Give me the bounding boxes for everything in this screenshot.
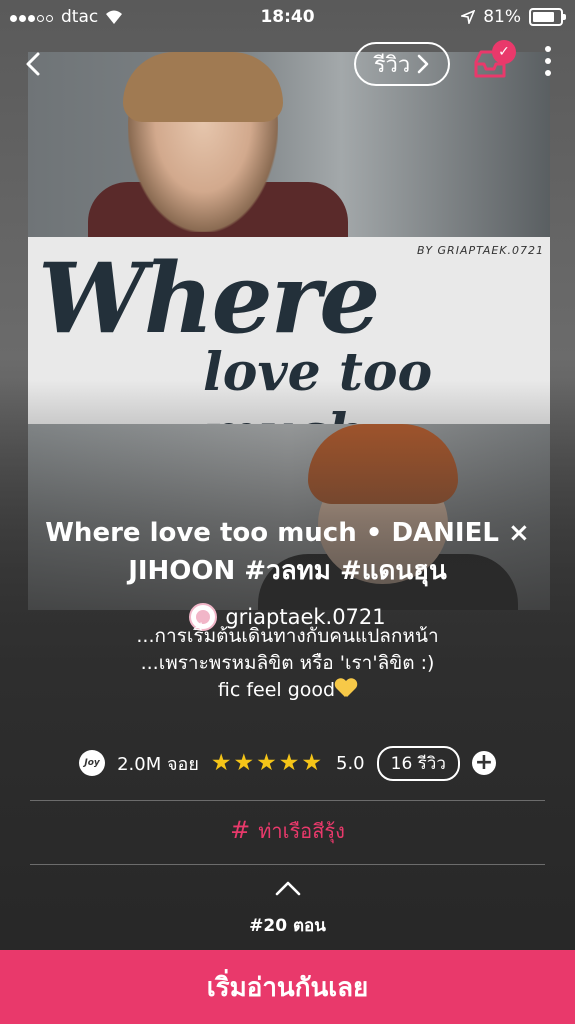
story-title: Where love too much • DANIEL × JIHOON #ว… xyxy=(45,518,530,586)
yellow-heart-icon xyxy=(335,679,357,699)
cover-figure-hair xyxy=(123,52,283,122)
battery-percent: 81% xyxy=(483,7,521,27)
description-line: ...เพราะพรหมลิขิต หรือ 'เรา'ลิขิต :) xyxy=(140,652,435,674)
tag-link[interactable]: # ท่าเรือสีรุ้ง xyxy=(0,815,575,847)
chevron-right-icon xyxy=(417,54,429,74)
back-chevron-icon[interactable] xyxy=(20,50,48,78)
cover-title-art: Where xyxy=(38,242,380,355)
divider xyxy=(30,864,545,865)
review-button-label: รีวิว xyxy=(373,52,411,78)
checkmark-badge-icon: ✓ xyxy=(492,40,516,64)
status-bar: dtac 18:40 81% xyxy=(0,0,575,34)
star-rating-icon: ★★★★★ xyxy=(210,750,324,776)
story-description: ...การเริ่มต้นเดินทางกับคนแปลกหน้า ...เพ… xyxy=(60,623,515,704)
description-line: fic feel good xyxy=(60,677,515,704)
review-count-button[interactable]: 16 รีวิว xyxy=(376,745,460,781)
cover-byline: BY GRIAPTAEK.0721 xyxy=(416,244,544,257)
status-right: 81% xyxy=(461,7,566,27)
location-arrow-icon xyxy=(461,10,476,24)
chevron-up-icon[interactable] xyxy=(274,880,302,896)
description-line: ...การเริ่มต้นเดินทางกับคนแปลกหน้า xyxy=(136,625,439,647)
add-icon[interactable]: + xyxy=(471,751,496,775)
joy-icon: Joy xyxy=(79,750,106,776)
hashtag-icon: # xyxy=(230,816,251,844)
episode-count: #20 ตอน xyxy=(249,916,326,936)
divider xyxy=(30,800,545,801)
rating-value: 5.0 xyxy=(336,752,365,774)
view-count: 2.0M จอย xyxy=(117,753,199,775)
review-button[interactable]: รีวิว xyxy=(354,42,450,86)
start-reading-button[interactable]: เริ่มอ่านกันเลย xyxy=(0,950,575,1024)
stats-row: Joy 2.0M จอย ★★★★★ 5.0 16 รีวิว + xyxy=(0,745,575,781)
more-options-icon[interactable] xyxy=(541,46,555,82)
start-reading-label: เริ่มอ่านกันเลย xyxy=(206,972,369,1003)
description-line-text: fic feel good xyxy=(217,679,336,701)
tag-label: ท่าเรือสีรุ้ง xyxy=(258,819,345,843)
battery-icon xyxy=(529,8,566,26)
